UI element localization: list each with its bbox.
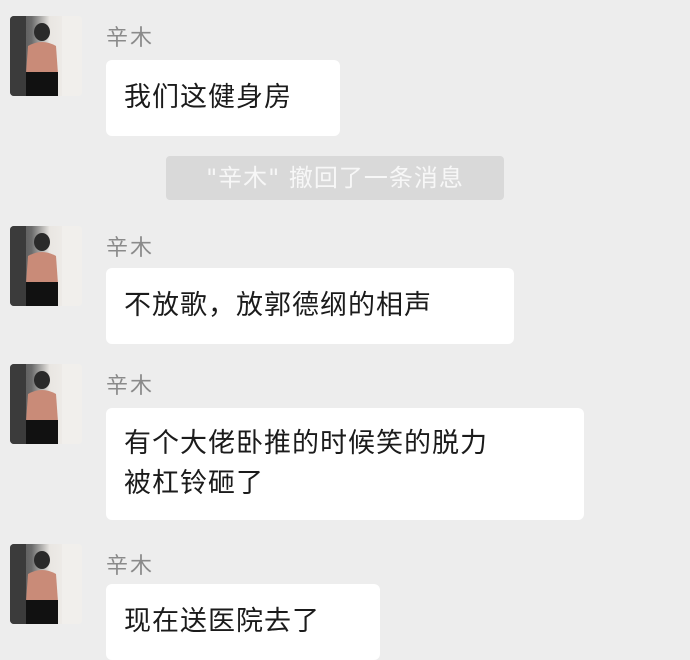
- message-bubble[interactable]: 现在送医院去了: [106, 584, 380, 660]
- sender-name: 辛木: [106, 236, 155, 261]
- recall-notice: "辛木" 撤回了一条消息: [166, 156, 504, 200]
- message-bubble[interactable]: 有个大佬卧推的时候笑的脱力 被杠铃砸了: [106, 408, 584, 520]
- sender-name: 辛木: [106, 374, 155, 399]
- message-bubble[interactable]: 不放歌，放郭德纲的相声: [106, 268, 514, 344]
- message-bubble[interactable]: 我们这健身房: [106, 60, 340, 136]
- user-avatar-icon[interactable]: [10, 226, 82, 306]
- message-text: 不放歌，放郭德纲的相声: [124, 290, 432, 321]
- message-text: 现在送医院去了: [124, 606, 320, 637]
- sender-name: 辛木: [106, 26, 155, 51]
- user-avatar-icon[interactable]: [10, 544, 82, 624]
- user-avatar-icon[interactable]: [10, 16, 82, 96]
- message-text-line: 被杠铃砸了: [124, 468, 264, 499]
- sender-name: 辛木: [106, 554, 155, 579]
- message-text-line: 有个大佬卧推的时候笑的脱力: [124, 428, 488, 459]
- message-text: 我们这健身房: [124, 82, 292, 113]
- user-avatar-icon[interactable]: [10, 364, 82, 444]
